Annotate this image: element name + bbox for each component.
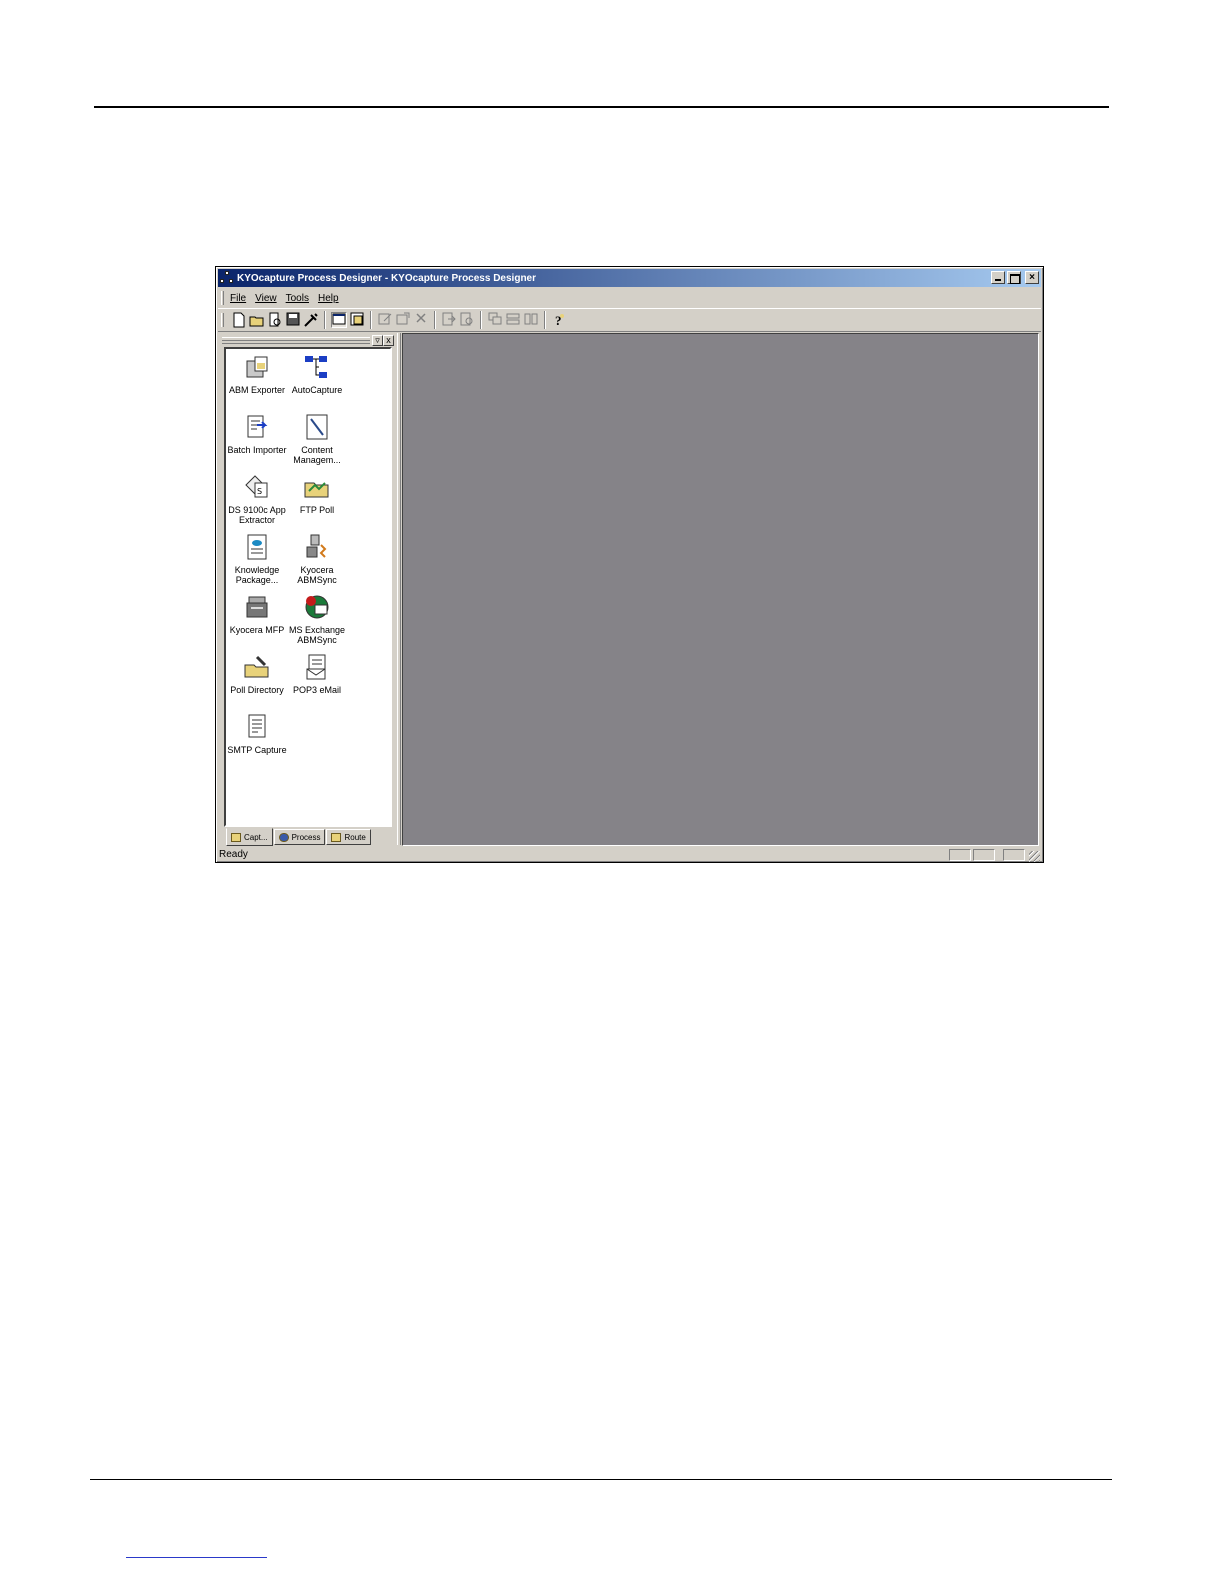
- tab-capture[interactable]: Capt...: [226, 828, 273, 846]
- view-toggle-icon[interactable]: [331, 312, 347, 328]
- menu-tools[interactable]: Tools: [286, 293, 309, 304]
- route-tab-icon: [331, 832, 342, 842]
- svg-text:S: S: [257, 487, 262, 496]
- toolbar-separator: [480, 311, 482, 329]
- toolbar-separator: [544, 311, 546, 329]
- resize-grip[interactable]: [1029, 851, 1040, 862]
- title-bar[interactable]: KYOcapture Process Designer - KYOcapture…: [218, 269, 1041, 287]
- print-preview-icon[interactable]: [267, 312, 283, 328]
- toolbar-separator: [434, 311, 436, 329]
- panel-tabs: Capt... Process Route: [226, 828, 372, 847]
- export-icon[interactable]: [459, 312, 475, 328]
- properties-icon[interactable]: [395, 312, 411, 328]
- capture-item-kyocera-abmsync[interactable]: Kyocera ABMSync: [286, 533, 348, 585]
- close-button[interactable]: ×: [1025, 271, 1039, 284]
- knowledge-package-icon: [243, 533, 271, 561]
- tab-process[interactable]: Process: [273, 829, 326, 845]
- toolbar-separator: [324, 311, 326, 329]
- capture-tab-icon: [231, 832, 241, 842]
- status-pane: [949, 849, 971, 861]
- menubar-grip[interactable]: [221, 291, 224, 305]
- footer-link-underline[interactable]: [126, 1557, 267, 1558]
- autocapture-icon: [303, 353, 331, 381]
- tile-vertical-icon[interactable]: [523, 312, 539, 328]
- edit-icon[interactable]: [377, 312, 393, 328]
- toolbar-grip[interactable]: [221, 313, 224, 327]
- smtp-capture-icon: [243, 713, 271, 741]
- status-bar: Ready: [218, 848, 1041, 862]
- window-title: KYOcapture Process Designer - KYOcapture…: [237, 272, 537, 284]
- open-folder-icon[interactable]: [249, 312, 265, 328]
- panel-pin-button[interactable]: ▿: [372, 335, 383, 346]
- help-icon[interactable]: ?: [551, 312, 567, 328]
- capture-item-content-management[interactable]: Content Managem...: [286, 413, 348, 465]
- kyocera-mfp-icon: [243, 593, 271, 621]
- panel-grip[interactable]: [222, 337, 370, 344]
- status-text: Ready: [219, 849, 248, 860]
- ms-exchange-icon: [303, 593, 331, 621]
- minimize-button[interactable]: [991, 271, 1005, 284]
- tools-icon[interactable]: [303, 312, 319, 328]
- app-window: KYOcapture Process Designer - KYOcapture…: [215, 266, 1044, 863]
- ftp-poll-icon: [303, 473, 331, 501]
- panel-close-button[interactable]: x: [383, 335, 394, 346]
- menu-help[interactable]: Help: [318, 293, 339, 304]
- new-file-icon[interactable]: [231, 312, 247, 328]
- capture-item-knowledge-package[interactable]: Knowledge Package...: [226, 533, 288, 585]
- import-icon[interactable]: [441, 312, 457, 328]
- menu-file[interactable]: File: [230, 293, 246, 304]
- maximize-button[interactable]: [1007, 271, 1021, 284]
- process-designer-icon: [220, 271, 234, 285]
- capture-item-batch-importer[interactable]: Batch Importer: [226, 413, 288, 455]
- process-tab-icon: [278, 832, 289, 842]
- tile-horizontal-icon[interactable]: [505, 312, 521, 328]
- tab-route[interactable]: Route: [326, 829, 371, 845]
- status-pane: [1003, 849, 1025, 861]
- capture-item-kyocera-mfp[interactable]: Kyocera MFP: [226, 593, 288, 635]
- poll-directory-icon: [243, 653, 271, 681]
- capture-item-smtp-capture[interactable]: SMTP Capture: [226, 713, 288, 755]
- capture-item-ds-app-extractor[interactable]: S DS 9100c App Extractor: [226, 473, 288, 525]
- menu-bar: File View Tools Help: [218, 289, 1041, 307]
- design-workspace[interactable]: [402, 333, 1039, 846]
- capture-item-autocapture[interactable]: AutoCapture: [286, 353, 348, 395]
- delete-icon[interactable]: [413, 312, 429, 328]
- toolbar-separator: [370, 311, 372, 329]
- capture-item-pop3-email[interactable]: POP3 eMail: [286, 653, 348, 695]
- capture-component-list: ABM Exporter AutoCapture Batch Importer …: [224, 347, 392, 827]
- abm-exporter-icon: [243, 353, 271, 381]
- panel-splitter[interactable]: [397, 333, 401, 845]
- ds-app-extractor-icon: S: [243, 473, 271, 501]
- capture-item-abm-exporter[interactable]: ABM Exporter: [226, 353, 288, 395]
- page-footer-rule: [90, 1479, 1112, 1480]
- capture-panel: ▿ x ABM Exporter AutoCapture Batch Impor…: [222, 335, 394, 847]
- batch-importer-icon: [243, 413, 271, 441]
- window-icon[interactable]: [349, 312, 365, 328]
- page-header-rule: [94, 106, 1109, 108]
- toolbar: ?: [218, 308, 1041, 332]
- status-pane: [973, 849, 995, 861]
- save-icon[interactable]: [285, 312, 301, 328]
- kyocera-abmsync-icon: [303, 533, 331, 561]
- content-management-icon: [303, 413, 331, 441]
- capture-item-poll-directory[interactable]: Poll Directory: [226, 653, 288, 695]
- capture-item-ftp-poll[interactable]: FTP Poll: [286, 473, 348, 515]
- capture-item-ms-exchange-abmsync[interactable]: MS Exchange ABMSync: [286, 593, 348, 645]
- cascade-icon[interactable]: [487, 312, 503, 328]
- menu-view[interactable]: View: [255, 293, 277, 304]
- pop3-email-icon: [303, 653, 331, 681]
